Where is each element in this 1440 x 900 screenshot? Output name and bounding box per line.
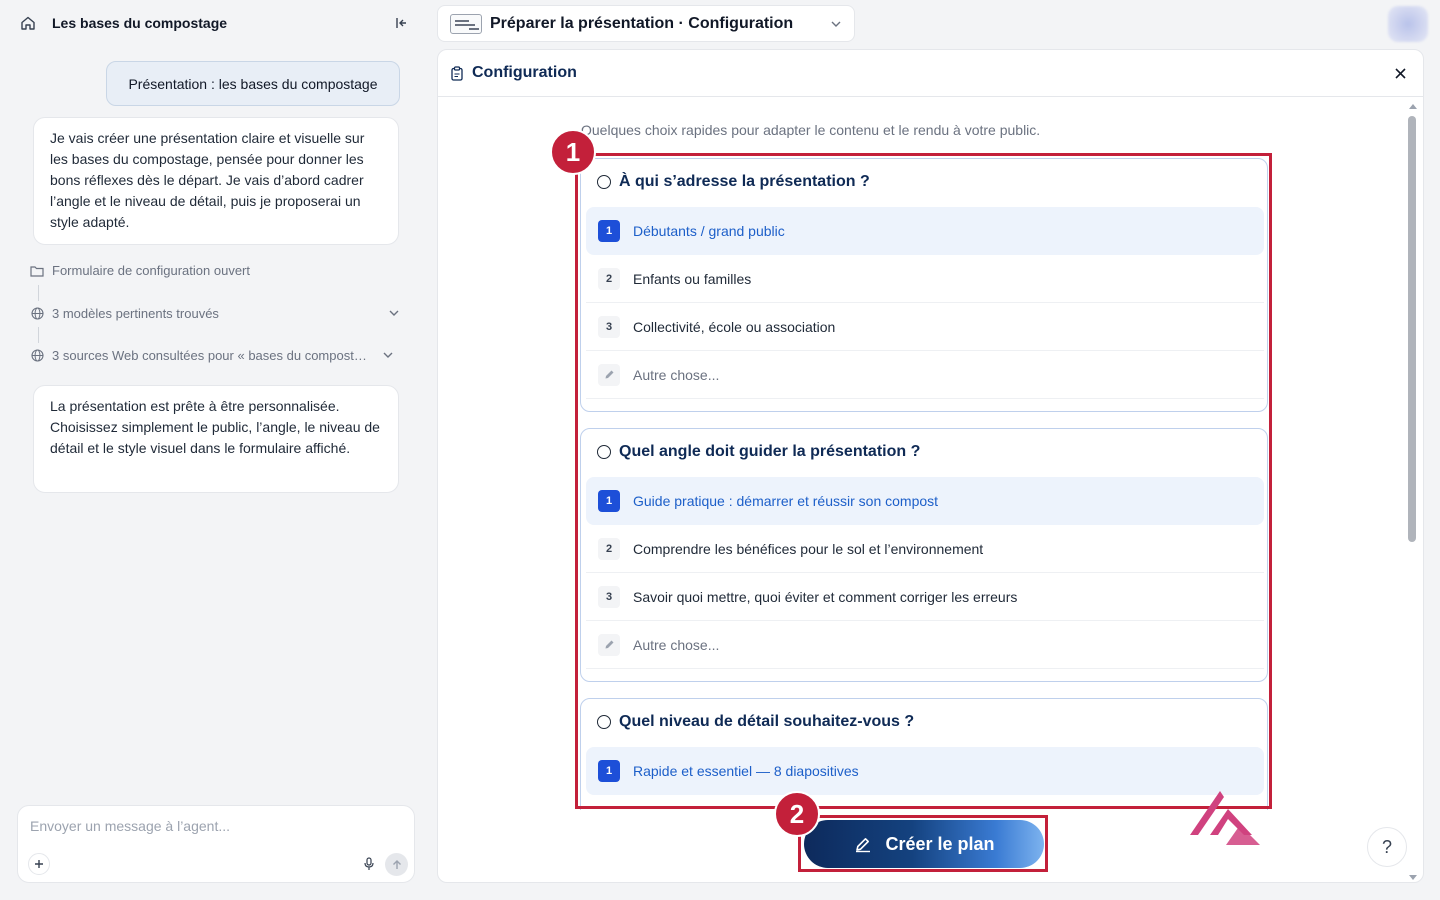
step-label: 3 sources Web consultées pour « bases du… xyxy=(52,347,374,363)
scroll-up-icon[interactable] xyxy=(1409,104,1417,109)
conversation-title: Les bases du compostage xyxy=(52,15,228,31)
microphone-icon[interactable] xyxy=(358,853,380,875)
scrollbar-thumb[interactable] xyxy=(1408,116,1416,542)
close-icon[interactable] xyxy=(1391,64,1409,82)
workflow-dropdown-label: Préparer la présentation · Configuration xyxy=(490,14,794,32)
brand-logo xyxy=(1190,791,1260,845)
avatar[interactable] xyxy=(1388,6,1428,42)
panel-header: Configuration xyxy=(438,50,1423,97)
step-web-sources[interactable]: 3 sources Web consultées pour « bases du… xyxy=(30,347,402,363)
send-button[interactable] xyxy=(385,853,408,876)
message-composer xyxy=(17,805,415,883)
step-connector xyxy=(38,327,39,343)
home-icon[interactable] xyxy=(14,9,42,37)
annotation-badge-1: 1 xyxy=(550,129,596,175)
clipboard-icon xyxy=(450,65,464,81)
chevron-down-icon xyxy=(830,15,842,33)
presentation-icon xyxy=(450,13,482,34)
folder-icon xyxy=(30,264,44,278)
scroll-down-icon[interactable] xyxy=(1409,875,1417,880)
step-form-opened: Formulaire de configuration ouvert xyxy=(30,263,402,278)
chat-panel: Les bases du compostage Présentation : l… xyxy=(0,0,428,900)
message-input[interactable] xyxy=(30,818,400,834)
user-message: Présentation : les bases du compostage xyxy=(106,61,400,106)
annotation-box-2 xyxy=(798,815,1048,872)
globe-icon xyxy=(30,306,44,320)
assistant-message: Je vais créer une présentation claire et… xyxy=(33,117,399,245)
panel-intro: Quelques choix rapides pour adapter le c… xyxy=(581,122,1041,138)
panel-title: Configuration xyxy=(472,64,577,81)
help-button[interactable]: ? xyxy=(1367,827,1407,867)
step-connector xyxy=(38,285,39,301)
add-attachment-button[interactable] xyxy=(28,853,50,875)
globe-icon xyxy=(30,348,44,362)
step-label: 3 modèles pertinents trouvés xyxy=(52,305,219,321)
conversation-header: Les bases du compostage xyxy=(12,8,422,38)
collapse-sidebar-icon[interactable] xyxy=(390,11,414,35)
assistant-message: La présentation est prête à être personn… xyxy=(33,385,399,493)
scrollbar[interactable] xyxy=(1406,104,1420,882)
annotation-box-1 xyxy=(575,153,1272,809)
workflow-dropdown[interactable]: Préparer la présentation · Configuration xyxy=(437,5,855,42)
annotation-badge-2: 2 xyxy=(774,791,820,837)
chevron-down-icon[interactable] xyxy=(386,305,402,321)
step-models-found[interactable]: 3 modèles pertinents trouvés xyxy=(30,305,402,321)
chevron-down-icon[interactable] xyxy=(380,347,396,363)
step-label: Formulaire de configuration ouvert xyxy=(52,263,250,278)
